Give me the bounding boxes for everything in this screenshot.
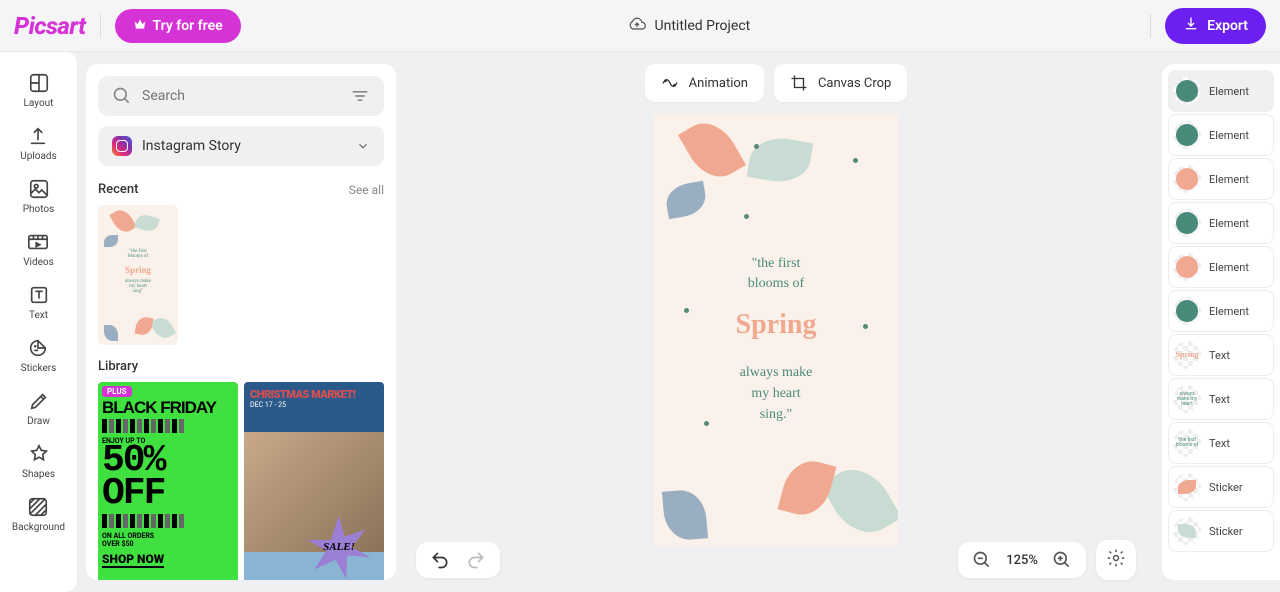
nav-label: Layout bbox=[24, 98, 54, 109]
nav-photos[interactable]: Photos bbox=[23, 178, 55, 215]
zoom-out-button[interactable] bbox=[972, 550, 992, 570]
layer-element-3[interactable]: Element bbox=[1168, 158, 1274, 200]
zoom-in-button[interactable] bbox=[1052, 550, 1072, 570]
download-icon bbox=[1183, 16, 1199, 36]
canvas-settings-button[interactable] bbox=[1096, 540, 1136, 580]
crop-label: Canvas Crop bbox=[818, 76, 891, 91]
layer-element-4[interactable]: Element bbox=[1168, 202, 1274, 244]
plus-badge: PLUS bbox=[102, 386, 132, 397]
canvas-area: Animation Canvas Crop "the firstblooms o… bbox=[396, 52, 1156, 592]
redo-button bbox=[466, 550, 486, 570]
try-for-free-button[interactable]: Try for free bbox=[115, 9, 241, 43]
layer-element-1[interactable]: Element bbox=[1168, 70, 1274, 112]
project-title[interactable]: Untitled Project bbox=[655, 18, 751, 34]
layer-element-5[interactable]: Element bbox=[1168, 246, 1274, 288]
nav-stickers[interactable]: Stickers bbox=[21, 337, 57, 374]
nav-label: Videos bbox=[23, 257, 54, 268]
layer-text-2[interactable]: alwaysmake myheart Text bbox=[1168, 378, 1274, 420]
layer-element-6[interactable]: Element bbox=[1168, 290, 1274, 332]
undo-button[interactable] bbox=[430, 550, 450, 570]
search-box[interactable] bbox=[98, 76, 384, 116]
nav-label: Uploads bbox=[20, 151, 56, 162]
layers-panel: Element Element Element Element Element … bbox=[1162, 64, 1280, 580]
templates-panel: Instagram Story Recent See all "the firs… bbox=[86, 64, 396, 580]
nav-videos[interactable]: Videos bbox=[23, 231, 54, 268]
try-label: Try for free bbox=[153, 18, 223, 34]
library-title: Library bbox=[98, 359, 138, 374]
nav-layout[interactable]: Layout bbox=[24, 72, 54, 109]
category-label: Instagram Story bbox=[142, 138, 346, 154]
library-template-1[interactable]: PLUS BLACK FRIDAY ENJOY UP TO 50% OFF ON… bbox=[98, 382, 238, 580]
layer-sticker-1[interactable]: Sticker bbox=[1168, 466, 1274, 508]
canvas[interactable]: "the firstblooms of Spring always makemy… bbox=[654, 114, 898, 546]
animation-label: Animation bbox=[689, 76, 748, 91]
layer-text-1[interactable]: Spring Text bbox=[1168, 334, 1274, 376]
logo[interactable]: Picsart bbox=[14, 12, 86, 40]
nav-label: Stickers bbox=[21, 363, 57, 374]
undo-redo-group bbox=[416, 542, 500, 578]
canvas-text-2[interactable]: Spring bbox=[654, 309, 898, 341]
lib2-title: CHRISTMAS MARKET! bbox=[250, 388, 378, 401]
see-all-link[interactable]: See all bbox=[349, 183, 384, 197]
export-button[interactable]: Export bbox=[1165, 8, 1266, 44]
zoom-value[interactable]: 125% bbox=[1006, 553, 1038, 568]
nav-draw[interactable]: Draw bbox=[27, 390, 50, 427]
canvas-text-1[interactable]: "the firstblooms of bbox=[654, 254, 898, 293]
lib2-date: DEC 17 - 25 bbox=[250, 401, 378, 409]
nav-label: Photos bbox=[23, 204, 55, 215]
library-template-2[interactable]: CHRISTMAS MARKET! DEC 17 - 25 SALE! bbox=[244, 382, 384, 580]
cloud-icon bbox=[627, 14, 647, 38]
chevron-down-icon bbox=[356, 139, 370, 153]
crown-icon bbox=[133, 17, 147, 35]
divider bbox=[1150, 14, 1151, 38]
search-icon bbox=[112, 86, 132, 106]
recent-title: Recent bbox=[98, 182, 138, 197]
animation-button[interactable]: Animation bbox=[645, 64, 764, 102]
nav-shapes[interactable]: Shapes bbox=[22, 443, 55, 480]
lib2-sale: SALE! bbox=[323, 541, 355, 553]
nav-background[interactable]: Background bbox=[12, 496, 65, 533]
app-header: Picsart Try for free Untitled Project Ex… bbox=[0, 0, 1280, 52]
nav-text[interactable]: Text bbox=[28, 284, 50, 321]
filter-icon[interactable] bbox=[350, 86, 370, 106]
nav-label: Shapes bbox=[22, 469, 55, 480]
instagram-icon bbox=[112, 136, 132, 156]
canvas-crop-button[interactable]: Canvas Crop bbox=[774, 64, 907, 102]
nav-label: Draw bbox=[27, 416, 50, 427]
zoom-control: 125% bbox=[958, 542, 1086, 578]
export-label: Export bbox=[1207, 18, 1248, 34]
category-select[interactable]: Instagram Story bbox=[98, 126, 384, 166]
lib1-title: BLACK FRIDAY bbox=[102, 400, 234, 415]
nav-uploads[interactable]: Uploads bbox=[20, 125, 56, 162]
nav-label: Background bbox=[12, 522, 65, 533]
search-input[interactable] bbox=[142, 88, 340, 104]
nav-label: Text bbox=[29, 310, 48, 321]
layer-text-3[interactable]: "the firstblooms of Text bbox=[1168, 422, 1274, 464]
recent-thumbnail[interactable]: "the firstblooms of Spring always makemy… bbox=[98, 205, 178, 345]
layer-element-2[interactable]: Element bbox=[1168, 114, 1274, 156]
divider bbox=[100, 14, 101, 38]
left-nav: Layout Uploads Photos Videos Text Sticke… bbox=[0, 52, 78, 592]
canvas-text-3[interactable]: always makemy heartsing." bbox=[654, 362, 898, 425]
layer-sticker-2[interactable]: Sticker bbox=[1168, 510, 1274, 552]
